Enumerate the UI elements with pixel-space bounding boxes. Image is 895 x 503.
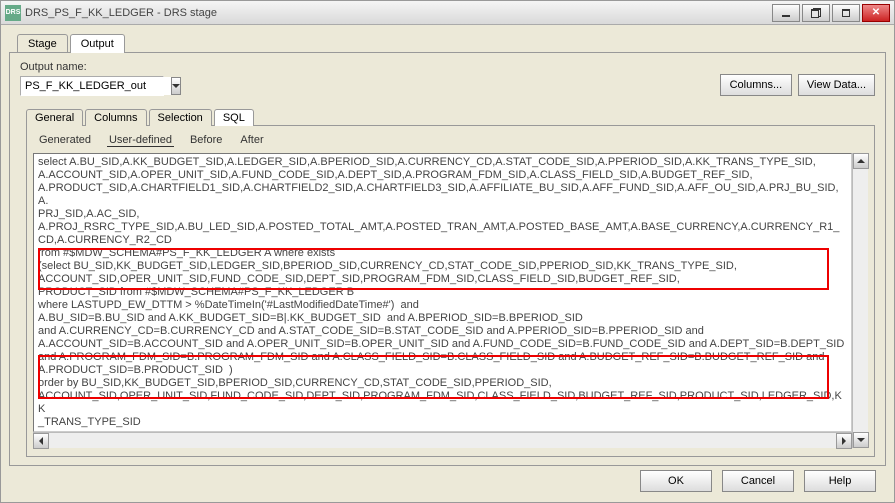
titlebar: DRS DRS_PS_F_KK_LEDGER - DRS stage ✕ xyxy=(1,1,894,25)
sql-text-content: select A.BU_SID,A.KK_BUDGET_SID,A.LEDGER… xyxy=(38,156,847,429)
horizontal-scrollbar[interactable] xyxy=(33,432,852,448)
scroll-up-button[interactable] xyxy=(853,153,869,169)
output-name-combo[interactable] xyxy=(20,76,164,96)
window-title: DRS_PS_F_KK_LEDGER - DRS stage xyxy=(25,7,772,19)
output-name-label: Output name: xyxy=(20,61,164,73)
tab-output[interactable]: Output xyxy=(70,34,125,53)
sql-subtab-strip: Generated User-defined Before After xyxy=(33,132,868,153)
ok-button[interactable]: OK xyxy=(640,470,712,492)
output-name-dropdown-button[interactable] xyxy=(171,77,181,95)
sql-panel: Generated User-defined Before After sele… xyxy=(26,125,875,457)
window-root: DRS DRS_PS_F_KK_LEDGER - DRS stage ✕ Sta… xyxy=(0,0,895,503)
columns-button[interactable]: Columns... xyxy=(720,74,792,96)
subtab-user-defined[interactable]: User-defined xyxy=(107,134,174,147)
output-panel: Output name: Columns... View Data... Gen… xyxy=(9,52,886,466)
close-icon: ✕ xyxy=(872,7,880,18)
tab-sql[interactable]: SQL xyxy=(214,109,254,126)
tab-stage[interactable]: Stage xyxy=(17,34,68,53)
subtab-after[interactable]: After xyxy=(238,134,265,147)
sql-editor-body: select A.BU_SID,A.KK_BUDGET_SID,A.LEDGER… xyxy=(33,153,852,432)
help-button[interactable]: Help xyxy=(804,470,876,492)
inner-tab-strip: General Columns Selection SQL xyxy=(26,108,875,125)
triangle-up-icon xyxy=(857,159,865,163)
output-buttons: Columns... View Data... xyxy=(720,74,875,96)
triangle-left-icon xyxy=(39,437,43,445)
dialog-footer: OK Cancel Help xyxy=(9,466,886,492)
tab-selection[interactable]: Selection xyxy=(149,109,212,126)
client-area: Stage Output Output name: Columns... Vie… xyxy=(1,25,894,502)
sql-editor-wrap: select A.BU_SID,A.KK_BUDGET_SID,A.LEDGER… xyxy=(33,153,868,448)
chevron-down-icon xyxy=(172,84,180,88)
output-name-input[interactable] xyxy=(21,77,171,95)
sql-textarea[interactable]: select A.BU_SID,A.KK_BUDGET_SID,A.LEDGER… xyxy=(33,153,852,432)
close-button[interactable]: ✕ xyxy=(862,4,890,22)
inner-tabs-wrap: General Columns Selection SQL Generated … xyxy=(20,108,875,457)
restore-icon xyxy=(811,8,821,18)
window-controls: ✕ xyxy=(772,4,890,22)
scroll-down-button[interactable] xyxy=(853,432,869,448)
subtab-generated[interactable]: Generated xyxy=(37,134,93,147)
restore-button[interactable] xyxy=(802,4,830,22)
triangle-right-icon xyxy=(842,437,846,445)
outer-tab-strip: Stage Output xyxy=(9,33,886,52)
scroll-right-button[interactable] xyxy=(836,433,852,449)
tab-columns[interactable]: Columns xyxy=(85,109,146,126)
triangle-down-icon xyxy=(857,438,865,442)
minimize-button[interactable] xyxy=(772,4,800,22)
view-data-button[interactable]: View Data... xyxy=(798,74,875,96)
subtab-before[interactable]: Before xyxy=(188,134,224,147)
tab-general[interactable]: General xyxy=(26,109,83,126)
app-icon: DRS xyxy=(5,5,21,21)
maximize-button[interactable] xyxy=(832,4,860,22)
output-header-row: Output name: Columns... View Data... xyxy=(20,61,875,96)
maximize-icon xyxy=(842,9,850,17)
vertical-scrollbar[interactable] xyxy=(852,153,868,448)
minimize-icon xyxy=(782,15,790,17)
cancel-button[interactable]: Cancel xyxy=(722,470,794,492)
output-name-block: Output name: xyxy=(20,61,164,96)
scroll-left-button[interactable] xyxy=(33,433,49,449)
